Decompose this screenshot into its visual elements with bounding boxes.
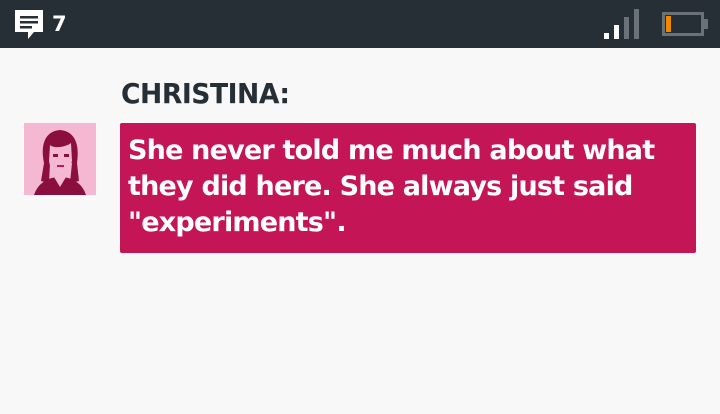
signal-strength-icon <box>604 9 639 39</box>
status-bar: 7 <box>0 0 720 48</box>
christina-portrait-icon <box>24 123 96 195</box>
avatar <box>24 123 96 195</box>
dialog-bubble[interactable]: She never told me much about what they d… <box>120 123 696 253</box>
dialog-text: She never told me much about what they d… <box>128 135 655 238</box>
message-count: 7 <box>52 12 67 36</box>
chat-bubble-icon[interactable] <box>12 8 46 42</box>
battery-low-icon <box>662 12 708 36</box>
speaker-name: CHRISTINA: <box>121 77 290 110</box>
